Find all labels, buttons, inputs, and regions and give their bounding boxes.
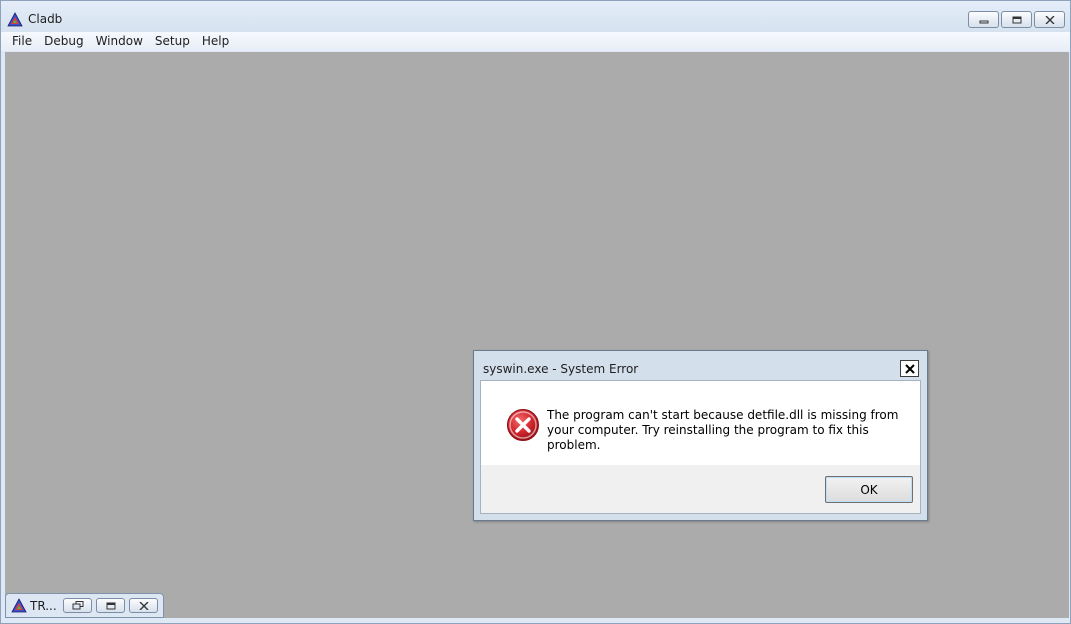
child-maximize-button[interactable]	[96, 598, 125, 613]
mdi-client-area	[5, 52, 1069, 618]
window-title: Cladb	[28, 12, 63, 26]
child-caption-buttons	[63, 598, 158, 613]
close-icon	[904, 363, 915, 374]
menu-window[interactable]: Window	[90, 32, 149, 51]
restore-icon	[1012, 16, 1021, 23]
minimized-child-window[interactable]: TR...	[5, 593, 164, 618]
dialog-close-button[interactable]	[900, 360, 919, 377]
dialog-title: syswin.exe - System Error	[483, 362, 639, 376]
minimize-icon	[979, 20, 988, 23]
title-bar[interactable]: Cladb	[1, 1, 1070, 32]
child-close-button[interactable]	[129, 598, 158, 613]
maximize-icon	[106, 602, 115, 609]
close-icon	[139, 601, 148, 610]
menu-setup[interactable]: Setup	[149, 32, 196, 51]
error-icon	[506, 408, 540, 445]
close-icon	[1045, 15, 1054, 24]
ok-button[interactable]: OK	[825, 476, 913, 503]
menu-bar: File Debug Window Setup Help	[1, 32, 1070, 51]
triangle-app-icon	[11, 598, 27, 616]
menu-help[interactable]: Help	[196, 32, 235, 51]
menu-debug[interactable]: Debug	[38, 32, 89, 51]
caption-buttons	[968, 11, 1065, 28]
close-button[interactable]	[1034, 11, 1065, 28]
dialog-title-bar[interactable]: syswin.exe - System Error	[474, 351, 927, 380]
dialog-message-area: The program can't start because detfile.…	[481, 381, 920, 465]
error-message: The program can't start because detfile.…	[547, 408, 899, 452]
child-restore-button[interactable]	[63, 598, 92, 613]
child-window-title: TR...	[30, 599, 57, 613]
menu-file[interactable]: File	[6, 32, 38, 51]
dialog-body: The program can't start because detfile.…	[480, 380, 921, 514]
triangle-app-icon	[7, 12, 23, 27]
minimize-button[interactable]	[968, 11, 999, 28]
app-window: Cladb File Debug Window Setup Help TR...…	[0, 0, 1071, 624]
error-dialog: syswin.exe - System Error The program ca…	[473, 350, 928, 521]
restore-icon	[72, 601, 83, 610]
restore-button[interactable]	[1001, 11, 1032, 28]
